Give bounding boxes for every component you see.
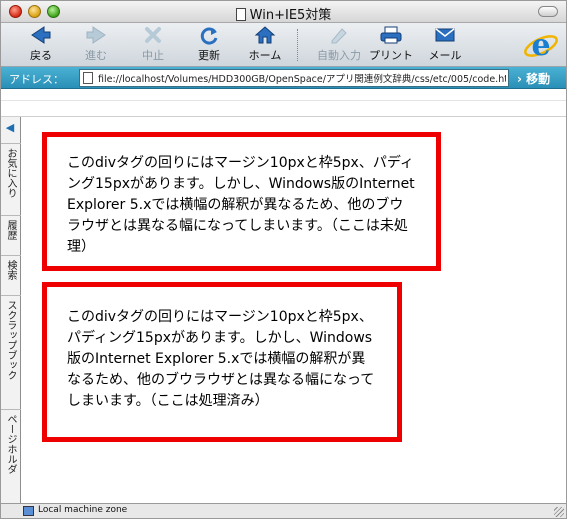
toolbar-toggle-button[interactable] (538, 6, 558, 17)
toolbar-separator (297, 29, 298, 61)
toolbar: 戻る 進む 中止 更新 ホーム 自動入力 プリント メール e (1, 23, 566, 67)
title-bar[interactable]: Win+IE5対策 (1, 1, 566, 23)
back-button[interactable]: 戻る (13, 25, 69, 65)
address-field-container (79, 69, 509, 87)
print-button[interactable]: プリント (363, 25, 419, 65)
divider (1, 100, 566, 101)
refresh-icon (181, 25, 237, 49)
printer-icon (363, 25, 419, 49)
address-input[interactable] (98, 71, 506, 85)
autofill-icon (307, 25, 371, 49)
stop-x-icon (125, 25, 181, 49)
zone-icon (23, 506, 34, 516)
refresh-button[interactable]: 更新 (181, 25, 237, 65)
stop-button[interactable]: 中止 (125, 25, 181, 65)
ie-logo-icon: e (522, 26, 560, 64)
home-icon (237, 25, 293, 49)
browser-window: Win+IE5対策 戻る 進む 中止 更新 ホーム 自動入力 プリント メール … (0, 0, 567, 519)
sidebar-tab-history[interactable]: 履歴 (1, 215, 21, 255)
sidebar-tab-favorites[interactable]: お気に入り (1, 143, 21, 215)
home-button[interactable]: ホーム (237, 25, 293, 65)
window-title: Win+IE5対策 (1, 4, 566, 23)
address-label: アドレス： (9, 73, 64, 86)
unpatched-box-text: このdivタグの回りにはマージン10pxと枠5px、パディング15pxがあります… (67, 155, 415, 255)
address-bar: アドレス： › 移動 (1, 67, 566, 89)
svg-text:e: e (531, 28, 550, 63)
mail-icon (417, 25, 473, 49)
back-arrow-icon (13, 25, 69, 49)
status-text: Local machine zone (38, 505, 128, 515)
sidebar-toggle-icon[interactable]: ◀ (3, 121, 17, 135)
autofill-button[interactable]: 自動入力 (307, 25, 371, 65)
document-icon (235, 8, 246, 21)
explorer-sidebar: ◀ お気に入り 履歴 検索 スクラップブック ページホルダ (1, 117, 21, 503)
sidebar-tab-scrapbook[interactable]: スクラップブック (1, 295, 21, 409)
favorites-strip (1, 89, 566, 117)
sidebar-tab-page-holder[interactable]: ページホルダ (1, 409, 21, 503)
forward-button[interactable]: 進む (68, 25, 124, 65)
sidebar-tab-search[interactable]: 検索 (1, 255, 21, 295)
resize-grip[interactable] (554, 507, 564, 517)
status-bar: Local machine zone (1, 503, 566, 518)
go-button[interactable]: › 移動 (517, 70, 550, 87)
unpatched-div-box: このdivタグの回りにはマージン10pxと枠5px、パディング15pxがあります… (42, 132, 441, 271)
forward-arrow-icon (68, 25, 124, 49)
patched-div-box: このdivタグの回りにはマージン10pxと枠5px、パディング15pxがあります… (42, 282, 402, 442)
page-content: このdivタグの回りにはマージン10pxと枠5px、パディング15pxがあります… (22, 118, 566, 503)
page-icon (83, 72, 93, 84)
mail-button[interactable]: メール (417, 25, 473, 65)
patched-box-text: このdivタグの回りにはマージン10pxと枠5px、パディング15pxがあります… (67, 309, 375, 409)
